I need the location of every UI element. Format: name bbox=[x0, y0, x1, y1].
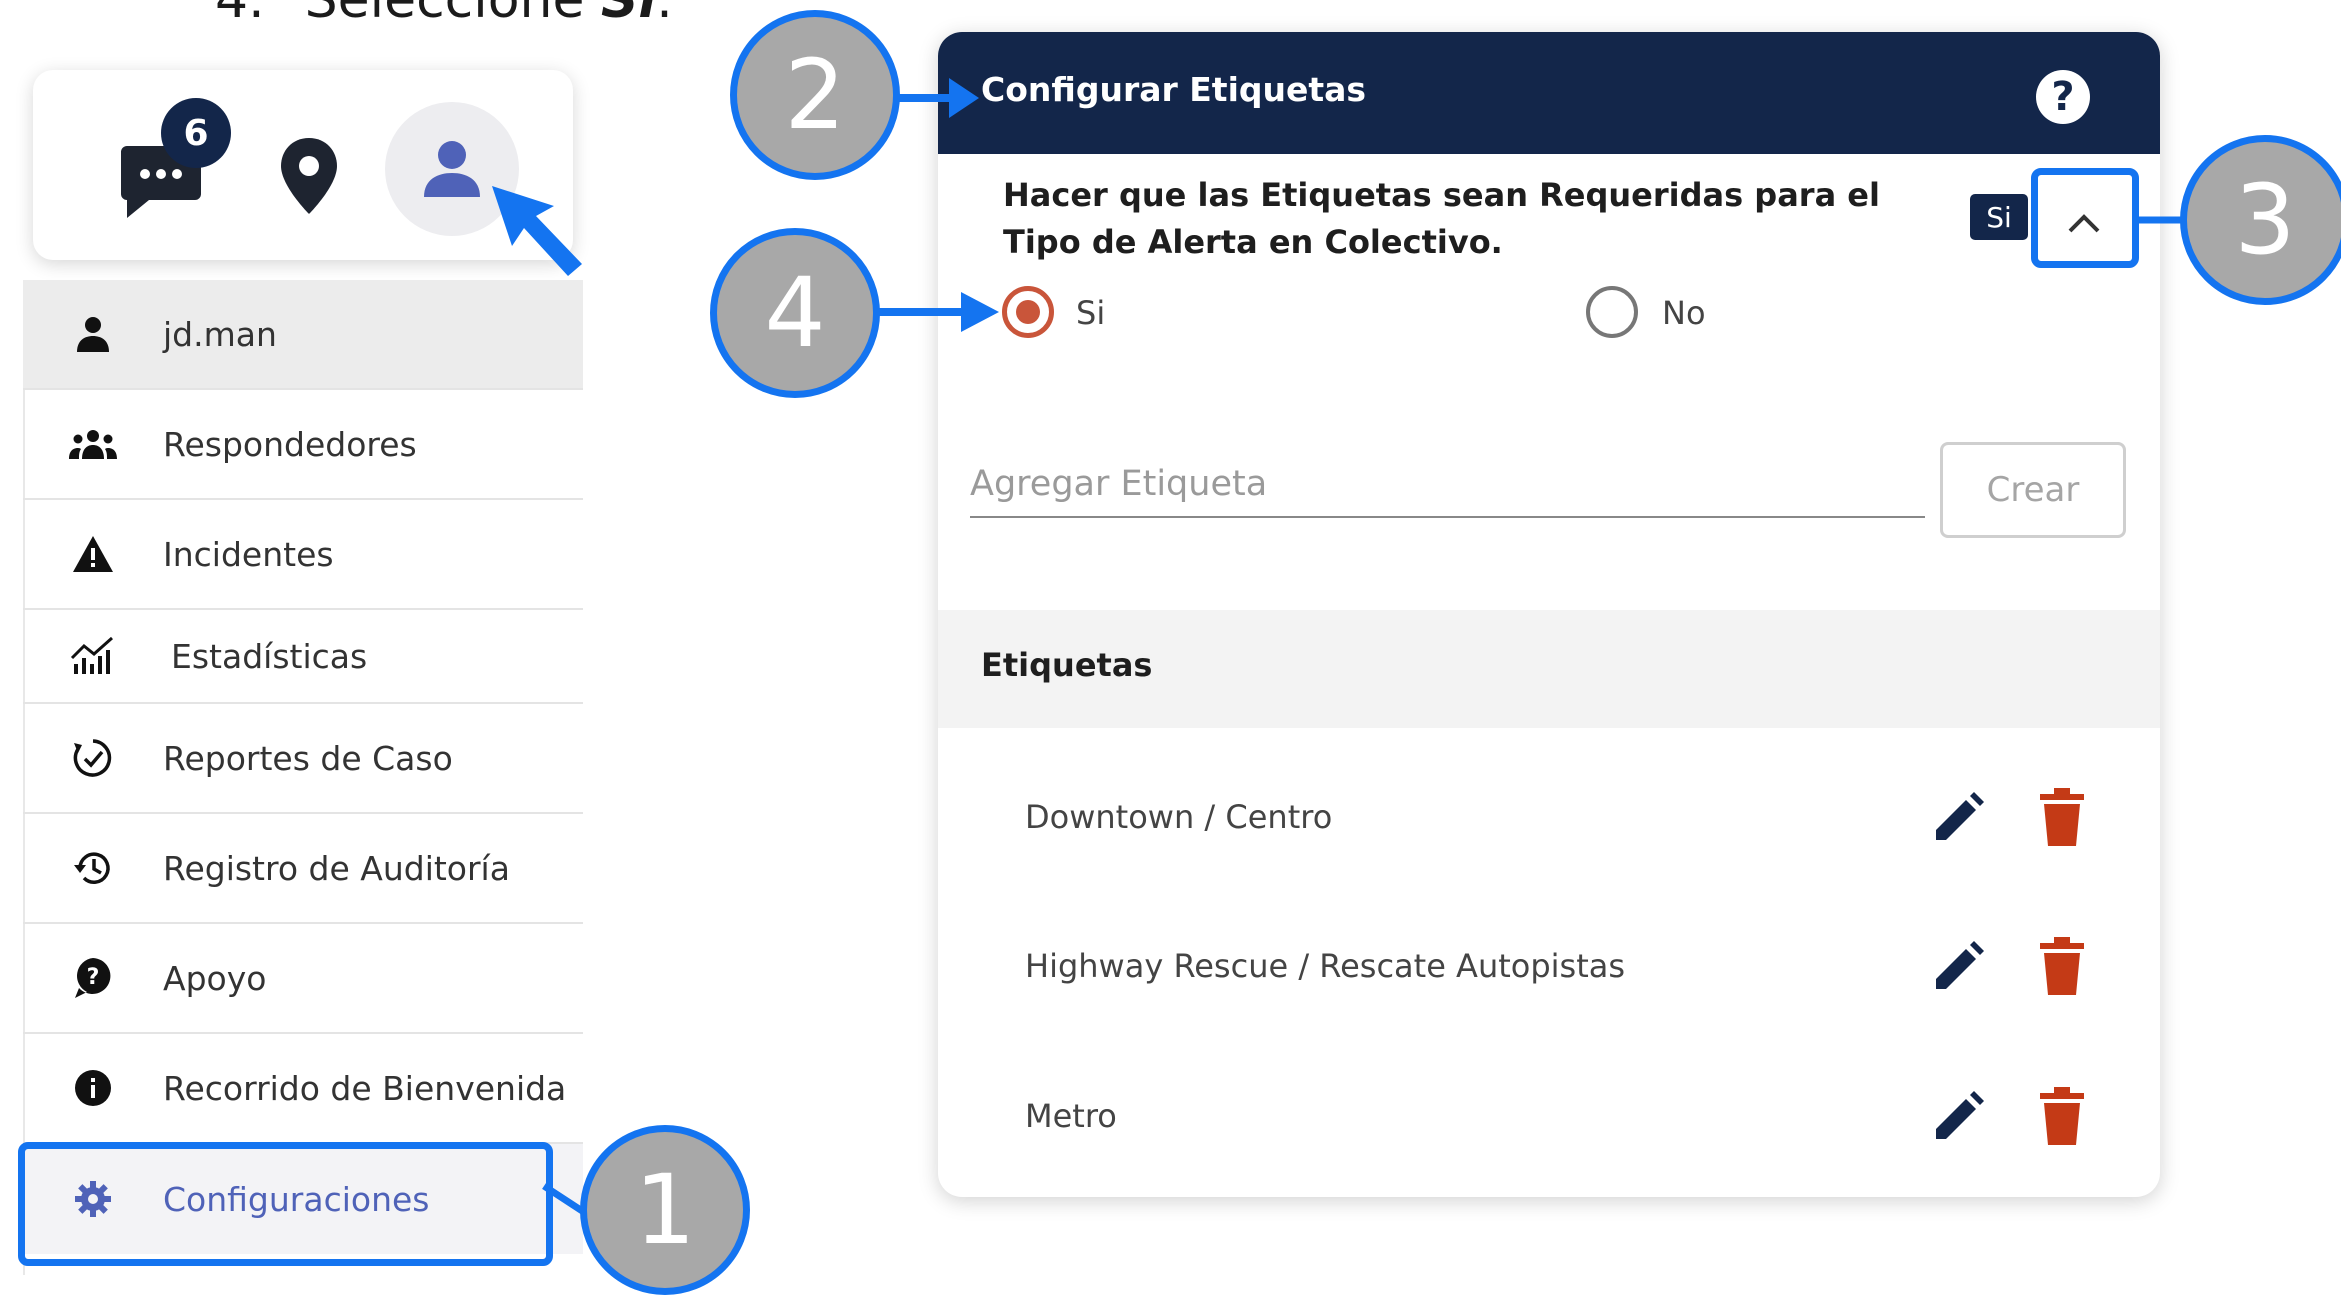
svg-text:?: ? bbox=[87, 965, 100, 990]
callout-3: 3 bbox=[2180, 135, 2341, 305]
edit-pencil-icon[interactable] bbox=[1928, 1087, 1988, 1147]
radio-si[interactable] bbox=[1002, 286, 1054, 338]
person-icon bbox=[68, 309, 118, 359]
radio-no-label: No bbox=[1662, 294, 1706, 332]
required-question: Hacer que las Etiquetas sean Requeridas … bbox=[1003, 176, 1880, 261]
group-icon bbox=[68, 419, 118, 469]
menu-item-recorrido-bienvenida[interactable]: Recorrido de Bienvenida bbox=[23, 1034, 583, 1144]
pointer-arrow-icon bbox=[492, 186, 582, 276]
notification-badge: 6 bbox=[161, 98, 231, 168]
highlight-toggle bbox=[2031, 168, 2139, 268]
instruction-suffix: . bbox=[656, 0, 673, 30]
instruction-text: 4. Seleccione Sí. bbox=[215, 0, 673, 30]
menu-item-label: Respondedores bbox=[163, 424, 417, 464]
menu-item-label: Recorrido de Bienvenida bbox=[163, 1068, 567, 1108]
menu-item-label: Reportes de Caso bbox=[163, 738, 453, 778]
configure-tags-dialog: Configurar Etiquetas ? Hacer que las Eti… bbox=[938, 32, 2160, 1197]
menu-item-label: Estadísticas bbox=[171, 636, 368, 676]
help-button[interactable]: ? bbox=[2036, 70, 2090, 124]
create-button[interactable]: Crear bbox=[1940, 442, 2126, 538]
radio-si-label: Si bbox=[1076, 294, 1106, 332]
callout-1: 1 bbox=[580, 1125, 750, 1295]
radio-no[interactable] bbox=[1586, 286, 1638, 338]
instruction-number: 4. bbox=[215, 0, 265, 30]
tag-row: Metro bbox=[938, 1067, 2160, 1167]
radio-selected-dot bbox=[1016, 300, 1040, 324]
tag-name: Downtown / Centro bbox=[1025, 798, 1333, 836]
highlight-configuraciones bbox=[18, 1142, 553, 1266]
callout-4: 4 bbox=[710, 228, 880, 398]
location-button[interactable] bbox=[277, 136, 341, 216]
profile-icon bbox=[424, 141, 480, 197]
menu-item-estadisticas[interactable]: Estadísticas bbox=[23, 610, 583, 704]
instruction-bold: Sí bbox=[600, 0, 657, 30]
history-icon bbox=[68, 843, 118, 893]
arrow-to-title bbox=[897, 78, 979, 118]
edit-pencil-icon[interactable] bbox=[1928, 788, 1988, 848]
callout-2: 2 bbox=[730, 10, 900, 180]
trash-icon[interactable] bbox=[2034, 786, 2090, 848]
menu-item-respondedores[interactable]: Respondedores bbox=[23, 390, 583, 500]
chart-icon bbox=[68, 631, 118, 681]
side-menu: jd.man Respondedores Incidentes Estadíst… bbox=[23, 280, 583, 1275]
info-icon bbox=[68, 1063, 118, 1113]
required-status-badge: Si bbox=[1970, 194, 2028, 240]
menu-item-label: Registro de Auditoría bbox=[163, 848, 510, 888]
menu-item-apoyo[interactable]: ? Apoyo bbox=[23, 924, 583, 1034]
warning-icon bbox=[68, 529, 118, 579]
menu-item-user[interactable]: jd.man bbox=[23, 280, 583, 390]
tag-row: Highway Rescue / Rescate Autopistas bbox=[938, 917, 2160, 1017]
edit-pencil-icon[interactable] bbox=[1928, 937, 1988, 997]
location-pin-icon bbox=[281, 138, 337, 214]
help-icon: ? bbox=[68, 953, 118, 1003]
tag-name: Highway Rescue / Rescate Autopistas bbox=[1025, 947, 1626, 985]
tag-name: Metro bbox=[1025, 1097, 1117, 1135]
tags-section-title: Etiquetas bbox=[981, 646, 1153, 684]
menu-item-label: Apoyo bbox=[163, 958, 267, 998]
tag-row: Downtown / Centro bbox=[938, 768, 2160, 868]
menu-item-reportes-caso[interactable]: Reportes de Caso bbox=[23, 704, 583, 814]
dialog-title: Configurar Etiquetas bbox=[981, 70, 1367, 109]
add-tag-input[interactable] bbox=[970, 452, 1925, 518]
menu-item-label: Incidentes bbox=[163, 534, 334, 574]
menu-item-registro-auditoria[interactable]: Registro de Auditoría bbox=[23, 814, 583, 924]
arrow-to-si-radio bbox=[877, 292, 999, 332]
trash-icon[interactable] bbox=[2034, 935, 2090, 997]
trash-icon[interactable] bbox=[2034, 1085, 2090, 1147]
instruction-prefix: Seleccione bbox=[304, 0, 601, 30]
menu-item-label: jd.man bbox=[163, 314, 277, 354]
case-report-icon bbox=[68, 733, 118, 783]
menu-item-incidentes[interactable]: Incidentes bbox=[23, 500, 583, 610]
